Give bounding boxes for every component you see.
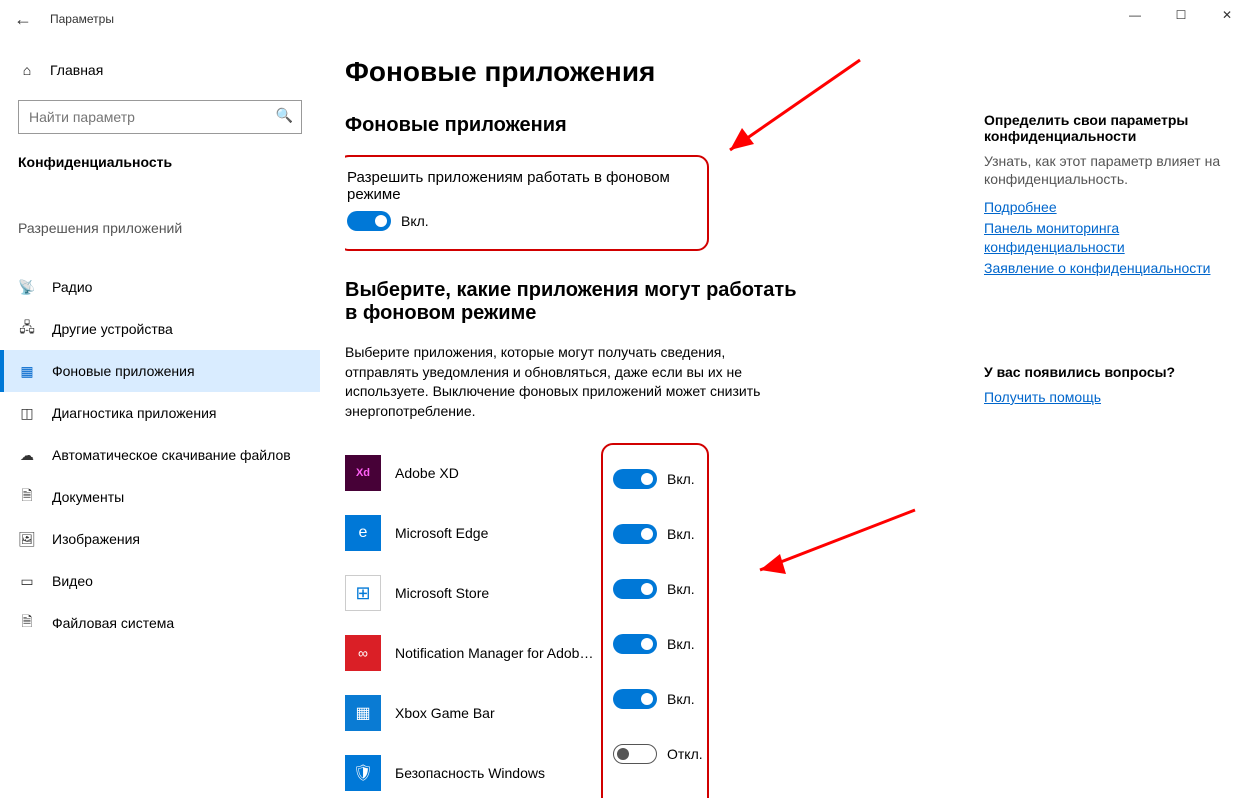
- app-toggle[interactable]: [613, 524, 657, 544]
- app-name-label: Безопасность Windows: [381, 765, 601, 781]
- link-get-help[interactable]: Получить помощь: [984, 388, 1224, 407]
- app-toggle[interactable]: [613, 579, 657, 599]
- other-devices-icon: 🖧: [18, 320, 36, 338]
- app-toggle-row-6: Вкл.: [613, 781, 703, 798]
- app-toggle-row-0: Вкл.: [613, 451, 703, 506]
- app-row-5: 🛡Безопасность Windows: [345, 743, 601, 798]
- app-toggle-state: Вкл.: [667, 526, 695, 542]
- sidebar-item-label: Диагностика приложения: [52, 405, 216, 421]
- app-name-label: Adobe XD: [381, 465, 601, 481]
- app-icon: ⊞: [345, 575, 381, 611]
- app-toggle-row-1: Вкл.: [613, 506, 703, 561]
- back-button[interactable]: ←: [8, 4, 38, 34]
- auto-downloads-icon: ☁: [18, 446, 36, 464]
- sidebar: ⌂ Главная 🔍 Конфиденциальность Разрешени…: [0, 38, 320, 798]
- app-row-2: ⊞Microsoft Store: [345, 563, 601, 623]
- app-toggle-state: Вкл.: [667, 691, 695, 707]
- videos-icon: ▭: [18, 572, 36, 590]
- app-toggle[interactable]: [613, 469, 657, 489]
- home-icon: ⌂: [18, 62, 36, 78]
- sidebar-item-6[interactable]: 🖼 Изображения: [0, 518, 320, 560]
- link-more[interactable]: Подробнее: [984, 198, 1224, 217]
- section1-title: Фоновые приложения: [345, 114, 805, 137]
- maximize-button[interactable]: ☐: [1158, 0, 1204, 30]
- link-dashboard[interactable]: Панель мониторинга конфиденциальности: [984, 219, 1224, 257]
- documents-icon: 🗎: [18, 488, 36, 506]
- app-icon: Xd: [345, 455, 381, 491]
- rcol-desc: Узнать, как этот параметр влияет на конф…: [984, 152, 1224, 188]
- app-toggles-highlight-box: Вкл. Вкл. Вкл. Вкл. Вкл. Откл. Вкл.: [601, 443, 709, 798]
- sidebar-item-7[interactable]: ▭ Видео: [0, 560, 320, 602]
- app-name-label: Microsoft Store: [381, 585, 601, 601]
- background-apps-icon: ▦: [18, 362, 36, 380]
- sidebar-item-1[interactable]: 🖧 Другие устройства: [0, 308, 320, 350]
- sidebar-item-label: Файловая система: [52, 615, 174, 631]
- app-row-4: ▦Xbox Game Bar: [345, 683, 601, 743]
- sidebar-item-8[interactable]: 🗎 Файловая система: [0, 602, 320, 644]
- app-name-label: Xbox Game Bar: [381, 705, 601, 721]
- master-toggle-state: Вкл.: [401, 213, 429, 229]
- master-toggle-label: Разрешить приложениям работать в фоновом…: [347, 169, 691, 203]
- master-toggle[interactable]: [347, 211, 391, 231]
- app-toggle-state: Вкл.: [667, 636, 695, 652]
- radio-icon: 📡: [18, 278, 36, 296]
- link-statement[interactable]: Заявление о конфиденциальности: [984, 259, 1224, 278]
- sidebar-item-label: Документы: [52, 489, 124, 505]
- app-toggle-state: Вкл.: [667, 581, 695, 597]
- section2-desc: Выберите приложения, которые могут получ…: [345, 343, 765, 421]
- app-toggle-state: Вкл.: [667, 471, 695, 487]
- app-row-1: eMicrosoft Edge: [345, 503, 601, 563]
- search-box[interactable]: 🔍: [18, 100, 302, 134]
- app-diagnostics-icon: ◫: [18, 404, 36, 422]
- filesystem-icon: 🗎: [18, 614, 36, 632]
- sidebar-item-label: Радио: [52, 279, 92, 295]
- window-title: Параметры: [50, 12, 114, 26]
- app-icon: e: [345, 515, 381, 551]
- right-column: Определить свои параметры конфиденциальн…: [984, 112, 1224, 409]
- app-toggle[interactable]: [613, 744, 657, 764]
- app-toggle-state: Откл.: [667, 746, 703, 762]
- app-toggle[interactable]: [613, 634, 657, 654]
- master-toggle-highlight-box: Разрешить приложениям работать в фоновом…: [345, 155, 709, 251]
- rcol-heading-help: У вас появились вопросы?: [984, 364, 1224, 380]
- app-row-0: XdAdobe XD: [345, 443, 601, 503]
- app-icon: ∞: [345, 635, 381, 671]
- app-name-label: Notification Manager for Adobe Cre…: [381, 645, 601, 661]
- app-name-label: Microsoft Edge: [381, 525, 601, 541]
- app-row-3: ∞Notification Manager for Adobe Cre…: [345, 623, 601, 683]
- page-title: Фоновые приложения: [345, 56, 1250, 88]
- sidebar-home-label: Главная: [50, 62, 103, 78]
- sidebar-item-5[interactable]: 🗎 Документы: [0, 476, 320, 518]
- sidebar-item-label: Автоматическое скачивание файлов: [52, 447, 291, 463]
- sidebar-home[interactable]: ⌂ Главная: [0, 54, 320, 86]
- section2-title: Выберите, какие приложения могут работат…: [345, 279, 805, 325]
- app-icon: 🛡: [345, 755, 381, 791]
- sidebar-item-label: Видео: [52, 573, 93, 589]
- search-icon: 🔍: [276, 107, 293, 124]
- pictures-icon: 🖼: [18, 530, 36, 548]
- minimize-button[interactable]: —: [1112, 0, 1158, 30]
- group-label: Разрешения приложений: [0, 220, 320, 236]
- app-toggle-row-4: Вкл.: [613, 671, 703, 726]
- sidebar-item-label: Другие устройства: [52, 321, 173, 337]
- sidebar-item-2[interactable]: ▦ Фоновые приложения: [0, 350, 320, 392]
- sidebar-item-4[interactable]: ☁ Автоматическое скачивание файлов: [0, 434, 320, 476]
- close-button[interactable]: ✕: [1204, 0, 1250, 30]
- app-toggle-row-3: Вкл.: [613, 616, 703, 671]
- sidebar-item-label: Фоновые приложения: [52, 363, 195, 379]
- sidebar-item-0[interactable]: 📡 Радио: [0, 266, 320, 308]
- app-toggle[interactable]: [613, 689, 657, 709]
- app-toggle-row-5: Откл.: [613, 726, 703, 781]
- app-icon: ▦: [345, 695, 381, 731]
- app-toggle-row-2: Вкл.: [613, 561, 703, 616]
- rcol-heading-privacy: Определить свои параметры конфиденциальн…: [984, 112, 1224, 144]
- category-label: Конфиденциальность: [0, 154, 320, 170]
- sidebar-item-3[interactable]: ◫ Диагностика приложения: [0, 392, 320, 434]
- sidebar-item-label: Изображения: [52, 531, 140, 547]
- search-input[interactable]: [19, 101, 301, 133]
